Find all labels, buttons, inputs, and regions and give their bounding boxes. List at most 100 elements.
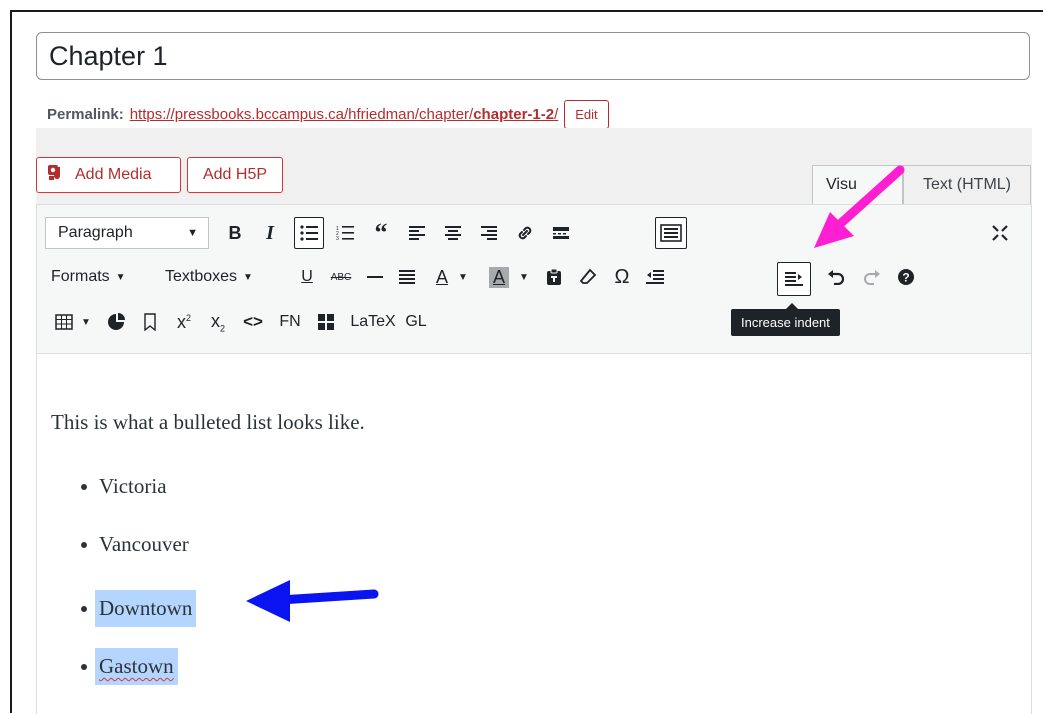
- subscript-icon: x2: [210, 310, 225, 334]
- horizontal-line-button[interactable]: [363, 262, 387, 292]
- grid-button[interactable]: [313, 307, 339, 337]
- paste-text-button[interactable]: [541, 262, 567, 292]
- text-color-icon: A: [436, 266, 449, 287]
- annotation-arrow-pink-icon: [814, 165, 905, 248]
- redo-icon: [864, 270, 880, 285]
- bullet-icon: [81, 541, 87, 548]
- italic-button[interactable]: I: [256, 217, 284, 249]
- italic-icon: I: [266, 221, 274, 244]
- list-item-text: Downtown: [95, 590, 197, 627]
- background-color-button[interactable]: A ▼: [483, 262, 535, 292]
- bold-button[interactable]: B: [221, 217, 249, 249]
- align-left-button[interactable]: [403, 217, 431, 249]
- grid-icon: [318, 314, 334, 330]
- bulleted-list-button[interactable]: [294, 217, 324, 249]
- latex-label: LaTeX: [350, 313, 396, 330]
- permalink-edit-button[interactable]: Edit: [564, 100, 609, 129]
- media-icon: [47, 164, 67, 187]
- formats-dropdown[interactable]: Formats ▼: [51, 262, 126, 292]
- toolbar-toggle-button[interactable]: [655, 217, 687, 249]
- bullet-icon: [81, 483, 87, 490]
- list-item-selected: Gastown: [81, 648, 178, 685]
- textboxes-label: Textboxes: [165, 268, 238, 285]
- list-item: Victoria: [81, 474, 167, 499]
- latex-button[interactable]: LaTeX: [347, 307, 399, 337]
- horizontal-line-icon: [367, 276, 383, 278]
- undo-button[interactable]: [823, 262, 849, 292]
- text-color-button[interactable]: A ▼: [427, 262, 477, 292]
- paragraph-format-select[interactable]: Paragraph ▼: [45, 217, 209, 249]
- code-icon: <>: [243, 312, 263, 331]
- editor-panel: Paragraph ▼ B I 123 “ Formats ▼ Textboxe…: [36, 204, 1032, 714]
- superscript-button[interactable]: x2: [171, 307, 197, 337]
- bold-icon: B: [228, 222, 242, 243]
- quote-icon: “: [374, 218, 388, 247]
- textboxes-dropdown[interactable]: Textboxes ▼: [165, 262, 253, 292]
- annotation-arrow-blue-icon: [246, 580, 379, 622]
- background-color-icon: A: [489, 266, 510, 288]
- special-character-button[interactable]: Ω: [609, 262, 635, 292]
- insert-link-button[interactable]: [511, 217, 539, 249]
- permalink-row: Permalink: https://pressbooks.bccampus.c…: [47, 100, 609, 129]
- strikethrough-button[interactable]: ABC: [327, 262, 355, 292]
- help-button[interactable]: ?: [893, 262, 919, 292]
- table-button[interactable]: ▼: [51, 307, 95, 337]
- chevron-down-icon: ▼: [458, 271, 468, 283]
- decrease-indent-button[interactable]: [641, 262, 669, 292]
- blockquote-button[interactable]: “: [367, 217, 395, 249]
- align-center-icon: [445, 226, 461, 240]
- permalink-tail: /: [554, 106, 559, 123]
- anchor-button[interactable]: [137, 307, 163, 337]
- indent-icon: [785, 272, 803, 286]
- svg-text:?: ?: [902, 271, 909, 285]
- numbered-list-icon: 123: [336, 226, 354, 241]
- bookmark-icon: [144, 313, 156, 331]
- chevron-down-icon: ▼: [187, 227, 198, 239]
- add-h5p-button[interactable]: Add H5P: [187, 157, 283, 193]
- footnote-button[interactable]: FN: [275, 307, 305, 337]
- media-embed-button[interactable]: [103, 307, 129, 337]
- list-item-selected: Downtown: [81, 590, 197, 627]
- increase-indent-tooltip: Increase indent: [731, 303, 840, 336]
- tab-text-html[interactable]: Text (HTML): [903, 165, 1031, 204]
- pie-icon: [108, 313, 125, 330]
- subscript-button[interactable]: x2: [205, 307, 231, 337]
- undo-icon: [828, 270, 845, 285]
- redo-button[interactable]: [859, 262, 885, 292]
- superscript-icon: x2: [176, 311, 191, 332]
- permalink-label: Permalink:: [47, 106, 124, 123]
- add-media-label: Add Media: [75, 166, 152, 183]
- bullet-icon: [81, 605, 87, 612]
- list-item: Vancouver: [81, 532, 189, 557]
- omega-icon: Ω: [614, 265, 630, 288]
- clear-formatting-button[interactable]: [575, 262, 601, 292]
- justify-button[interactable]: [393, 262, 421, 292]
- glossary-label: GL: [405, 313, 427, 330]
- justify-icon: [399, 270, 415, 284]
- list-item-text: Gastown: [99, 654, 174, 678]
- underline-button[interactable]: U: [295, 262, 319, 292]
- fullscreen-icon: [992, 225, 1008, 241]
- code-button[interactable]: <>: [239, 307, 267, 337]
- align-right-button[interactable]: [475, 217, 503, 249]
- svg-text:3: 3: [336, 236, 339, 241]
- post-title-input[interactable]: Chapter 1: [36, 32, 1030, 80]
- numbered-list-button[interactable]: 123: [331, 217, 359, 249]
- glossary-button[interactable]: GL: [401, 307, 431, 337]
- list-item-text: Victoria: [99, 474, 167, 498]
- link-icon: [518, 226, 532, 240]
- keyboard-icon: [660, 224, 682, 242]
- underline-icon: U: [301, 268, 313, 285]
- align-center-button[interactable]: [439, 217, 467, 249]
- table-icon: [55, 314, 73, 330]
- increase-indent-button[interactable]: [777, 262, 811, 296]
- chevron-down-icon: ▼: [243, 271, 253, 283]
- read-more-icon: [553, 227, 569, 239]
- permalink-link[interactable]: https://pressbooks.bccampus.ca/hfriedman…: [130, 106, 559, 123]
- add-media-button[interactable]: Add Media: [36, 157, 181, 193]
- footnote-label: FN: [279, 313, 301, 330]
- formats-label: Formats: [51, 268, 110, 285]
- read-more-button[interactable]: [547, 217, 575, 249]
- align-right-icon: [481, 226, 497, 240]
- fullscreen-button[interactable]: [985, 217, 1015, 249]
